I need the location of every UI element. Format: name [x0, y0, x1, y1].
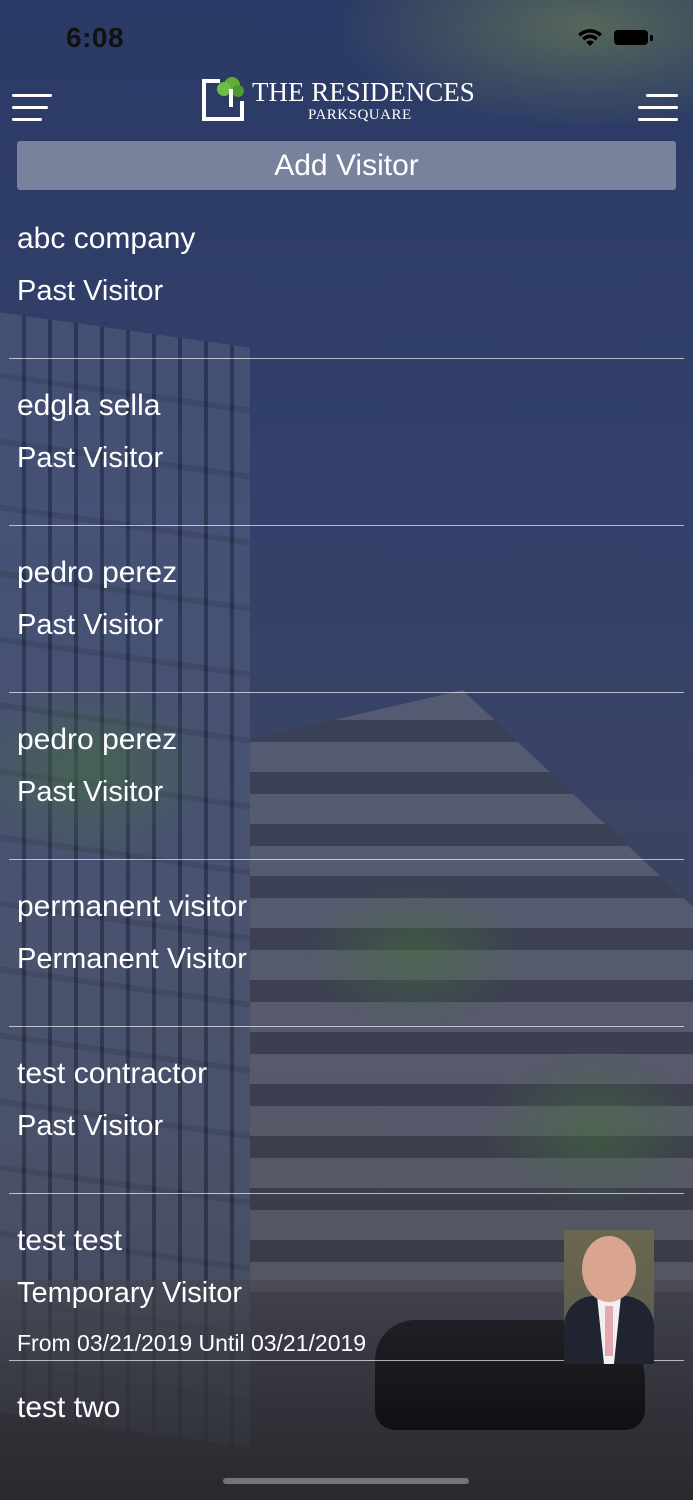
- visitor-list-item[interactable]: edgla sella Past Visitor: [9, 359, 684, 526]
- logo-title: THE RESIDENCES: [252, 77, 475, 107]
- battery-icon: [614, 30, 653, 45]
- visitor-name: test contractor: [17, 1057, 208, 1090]
- wifi-icon: [578, 29, 602, 46]
- app-logo: THE RESIDENCES PARKSQUARE: [200, 73, 500, 127]
- add-visitor-button[interactable]: Add Visitor: [17, 141, 676, 190]
- visitor-name: test two: [17, 1391, 121, 1424]
- visitor-photo: [564, 1230, 654, 1364]
- tree-logo-icon: [202, 75, 244, 121]
- visitor-dates: From 03/21/2019 Until 03/21/2019: [17, 1330, 367, 1356]
- visitor-list-item[interactable]: pedro perez Past Visitor: [9, 526, 684, 693]
- visitor-list-item[interactable]: permanent visitor Permanent Visitor: [9, 860, 684, 1027]
- visitor-name: edgla sella: [17, 389, 161, 422]
- status-bar: 6:08: [0, 0, 693, 70]
- visitor-name: pedro perez: [17, 723, 178, 756]
- hamburger-menu-icon[interactable]: [12, 82, 56, 121]
- visitor-list: abc company Past Visitor edgla sella Pas…: [0, 192, 693, 1481]
- home-indicator[interactable]: [223, 1478, 469, 1484]
- visitor-name: test test: [17, 1224, 123, 1257]
- visitor-name: permanent visitor: [17, 890, 248, 923]
- visitor-list-item[interactable]: test test Temporary Visitor From 03/21/2…: [9, 1194, 684, 1364]
- visitor-type: Past Visitor: [17, 1110, 164, 1142]
- logo-subtitle: PARKSQUARE: [308, 107, 412, 123]
- visitor-list-item[interactable]: test contractor Past Visitor: [9, 1027, 684, 1194]
- visitor-type: Past Visitor: [17, 776, 164, 808]
- visitor-name: abc company: [17, 222, 196, 255]
- visitor-type: Past Visitor: [17, 609, 164, 641]
- visitor-list-item[interactable]: pedro perez Past Visitor: [9, 693, 684, 860]
- visitor-type: Temporary Visitor: [17, 1277, 243, 1309]
- visitor-type: Permanent Visitor: [17, 943, 247, 975]
- app-header: THE RESIDENCES PARKSQUARE: [0, 70, 693, 136]
- visitor-list-item[interactable]: test two: [9, 1361, 684, 1481]
- hamburger-menu-icon[interactable]: [638, 82, 682, 121]
- visitor-list-item[interactable]: abc company Past Visitor: [9, 192, 684, 359]
- visitor-type: Past Visitor: [17, 442, 164, 474]
- visitor-name: pedro perez: [17, 556, 178, 589]
- status-time: 6:08: [66, 22, 125, 53]
- visitor-type: Past Visitor: [17, 275, 164, 307]
